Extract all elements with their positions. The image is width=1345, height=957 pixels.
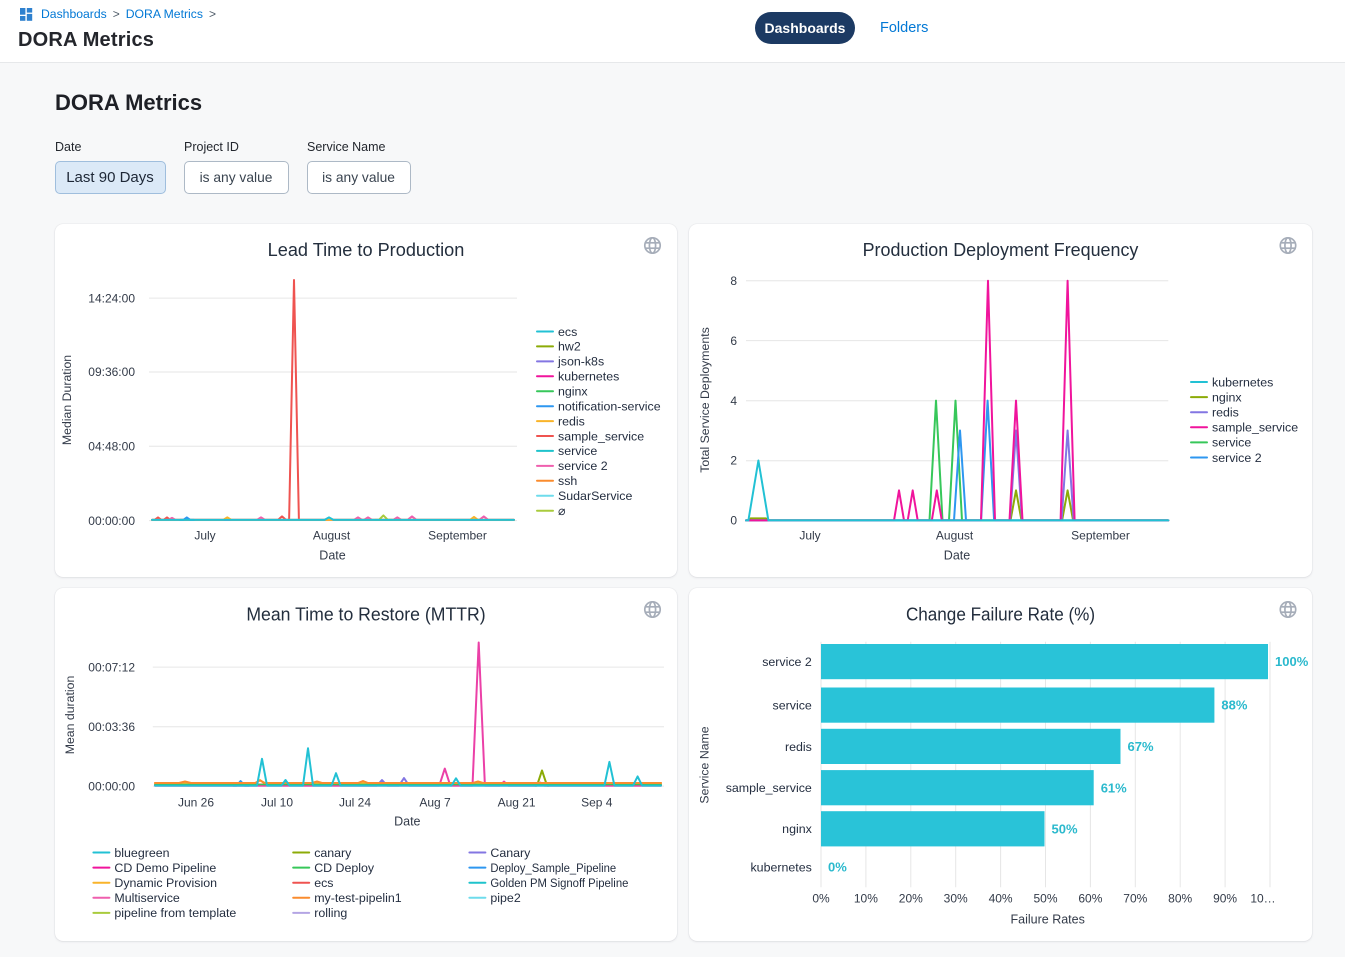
svg-text:rolling: rolling xyxy=(314,906,347,920)
svg-text:100%: 100% xyxy=(1275,654,1309,669)
svg-text:6: 6 xyxy=(730,334,737,348)
svg-text:Date: Date xyxy=(319,549,345,563)
svg-text:20%: 20% xyxy=(899,891,923,905)
svg-text:redis: redis xyxy=(1212,406,1239,420)
svg-text:14:24:00: 14:24:00 xyxy=(88,291,135,305)
svg-text:sample_service: sample_service xyxy=(726,781,812,795)
svg-text:Lead Time to Production: Lead Time to Production xyxy=(268,239,465,260)
svg-text:Failure Rates: Failure Rates xyxy=(1011,913,1085,927)
svg-text:service 2: service 2 xyxy=(762,655,812,669)
svg-text:Change Failure Rate (%): Change Failure Rate (%) xyxy=(906,604,1095,625)
svg-text:00:00:00: 00:00:00 xyxy=(88,514,135,528)
svg-text:Total Service Deployments: Total Service Deployments xyxy=(698,327,712,473)
svg-text:50%: 50% xyxy=(1052,821,1078,836)
svg-text:Multiservice: Multiservice xyxy=(114,891,180,905)
svg-text:redis: redis xyxy=(785,740,812,754)
svg-text:Deploy_Sample_Pipeline: Deploy_Sample_Pipeline xyxy=(490,861,616,875)
svg-text:00:00:00: 00:00:00 xyxy=(88,779,135,793)
svg-text:Date: Date xyxy=(394,815,420,829)
svg-text:bluegreen: bluegreen xyxy=(114,846,169,860)
svg-text:hw2: hw2 xyxy=(558,340,581,354)
svg-text:67%: 67% xyxy=(1128,739,1154,754)
svg-text:July: July xyxy=(194,529,215,543)
svg-text:Median Duration: Median Duration xyxy=(60,355,74,445)
svg-text:July: July xyxy=(799,529,820,543)
svg-text:0%: 0% xyxy=(812,891,830,905)
svg-text:Jun 26: Jun 26 xyxy=(178,795,214,809)
svg-text:sample_service: sample_service xyxy=(558,429,644,443)
svg-text:60%: 60% xyxy=(1078,891,1102,905)
svg-text:service: service xyxy=(1212,436,1251,450)
svg-text:CD Demo Pipeline: CD Demo Pipeline xyxy=(114,861,216,875)
svg-text:8: 8 xyxy=(730,274,737,288)
svg-text:10…: 10… xyxy=(1250,891,1275,905)
svg-text:61%: 61% xyxy=(1101,780,1127,795)
svg-text:09:36:00: 09:36:00 xyxy=(88,365,135,379)
svg-text:Production Deployment Frequenc: Production Deployment Frequency xyxy=(863,239,1140,260)
svg-text:nginx: nginx xyxy=(782,822,812,836)
svg-text:canary: canary xyxy=(314,846,352,860)
svg-text:Jul 10: Jul 10 xyxy=(261,795,293,809)
svg-text:00:03:36: 00:03:36 xyxy=(88,720,135,734)
svg-text:Jul 24: Jul 24 xyxy=(339,795,371,809)
svg-text:Aug 7: Aug 7 xyxy=(419,795,451,809)
svg-text:04:48:00: 04:48:00 xyxy=(88,440,135,454)
svg-text:Canary: Canary xyxy=(490,846,531,860)
svg-text:30%: 30% xyxy=(944,891,968,905)
svg-text:kubernetes: kubernetes xyxy=(750,860,811,874)
svg-text:⌀: ⌀ xyxy=(558,504,565,518)
svg-text:Service Name: Service Name xyxy=(697,726,711,803)
svg-text:88%: 88% xyxy=(1221,698,1247,713)
svg-text:ssh: ssh xyxy=(558,474,577,488)
svg-text:nginx: nginx xyxy=(1212,390,1242,404)
svg-text:August: August xyxy=(936,529,974,543)
svg-text:Sep 4: Sep 4 xyxy=(581,795,613,809)
svg-text:Dynamic Provision: Dynamic Provision xyxy=(114,876,217,890)
svg-text:kubernetes: kubernetes xyxy=(558,370,619,384)
svg-text:90%: 90% xyxy=(1213,891,1237,905)
svg-text:notification-service: notification-service xyxy=(558,400,661,414)
svg-text:kubernetes: kubernetes xyxy=(1212,375,1273,389)
svg-text:SudarService: SudarService xyxy=(558,489,632,503)
svg-text:service 2: service 2 xyxy=(558,459,608,473)
svg-text:00:07:12: 00:07:12 xyxy=(88,660,135,674)
svg-text:nginx: nginx xyxy=(558,385,588,399)
svg-text:redis: redis xyxy=(558,414,585,428)
svg-text:service: service xyxy=(558,444,597,458)
svg-text:50%: 50% xyxy=(1033,891,1057,905)
svg-text:September: September xyxy=(1071,529,1130,543)
svg-text:ecs: ecs xyxy=(314,876,333,890)
svg-text:Date: Date xyxy=(944,549,970,563)
svg-text:August: August xyxy=(313,529,351,543)
svg-text:0: 0 xyxy=(730,514,737,528)
svg-text:service 2: service 2 xyxy=(1212,451,1262,465)
svg-text:my-test-pipelin1: my-test-pipelin1 xyxy=(314,891,402,905)
svg-text:70%: 70% xyxy=(1123,891,1147,905)
svg-text:80%: 80% xyxy=(1168,891,1192,905)
svg-text:40%: 40% xyxy=(989,891,1013,905)
svg-text:sample_service: sample_service xyxy=(1212,421,1298,435)
svg-text:Mean Time to Restore (MTTR): Mean Time to Restore (MTTR) xyxy=(246,604,485,625)
svg-text:Golden PM Signoff Pipeline: Golden PM Signoff Pipeline xyxy=(490,876,628,890)
svg-text:September: September xyxy=(428,529,487,543)
svg-text:Mean duration: Mean duration xyxy=(63,676,77,755)
svg-text:ecs: ecs xyxy=(558,325,577,339)
svg-text:4: 4 xyxy=(730,394,737,408)
svg-text:service: service xyxy=(773,699,812,713)
svg-text:pipeline from template: pipeline from template xyxy=(114,906,236,920)
svg-text:json-k8s: json-k8s xyxy=(557,355,604,369)
svg-text:Aug 21: Aug 21 xyxy=(498,795,536,809)
svg-text:10%: 10% xyxy=(854,891,878,905)
svg-text:pipe2: pipe2 xyxy=(490,891,520,905)
svg-text:2: 2 xyxy=(730,454,737,468)
svg-text:0%: 0% xyxy=(828,860,847,875)
svg-text:CD Deploy: CD Deploy xyxy=(314,861,375,875)
